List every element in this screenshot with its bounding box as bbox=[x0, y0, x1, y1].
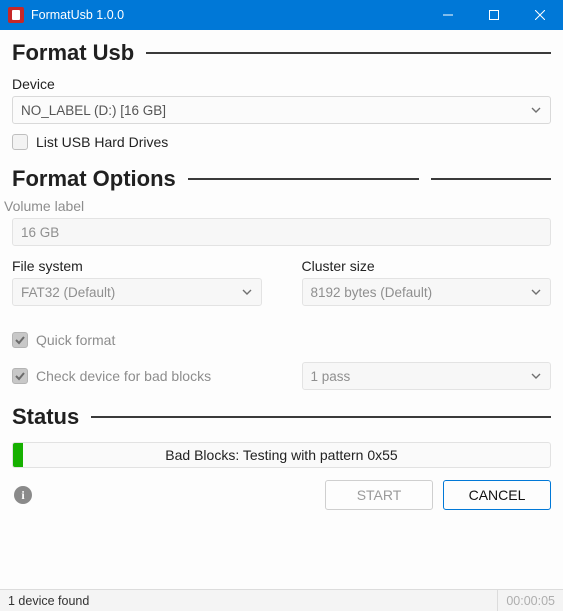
heading-format-usb: Format Usb bbox=[12, 40, 134, 66]
cluster-size-label: Cluster size bbox=[302, 258, 552, 274]
device-select-value: NO_LABEL (D:) [16 GB] bbox=[21, 103, 166, 118]
bad-blocks-checkbox[interactable] bbox=[12, 368, 28, 384]
device-label: Device bbox=[12, 76, 551, 92]
bad-blocks-passes-select[interactable]: 1 pass bbox=[302, 362, 552, 390]
heading-format-options: Format Options bbox=[12, 166, 176, 192]
divider bbox=[146, 52, 551, 54]
list-usb-hdd-checkbox[interactable] bbox=[12, 134, 28, 150]
info-icon[interactable]: i bbox=[14, 486, 32, 504]
cluster-size-value: 8192 bytes (Default) bbox=[311, 285, 433, 300]
divider bbox=[91, 416, 551, 418]
bad-blocks-passes-value: 1 pass bbox=[311, 369, 351, 384]
section-heading-format-options: Format Options bbox=[12, 166, 551, 192]
chevron-down-icon bbox=[530, 286, 542, 298]
section-heading-format-usb: Format Usb bbox=[12, 40, 551, 66]
file-system-value: FAT32 (Default) bbox=[21, 285, 115, 300]
status-bar-text: 1 device found bbox=[8, 594, 89, 608]
list-usb-hdd-label: List USB Hard Drives bbox=[36, 134, 168, 150]
volume-label-label: Volume label bbox=[4, 198, 551, 214]
progress-text: Bad Blocks: Testing with pattern 0x55 bbox=[165, 447, 397, 463]
status-bar-time: 00:00:05 bbox=[497, 590, 555, 611]
cancel-button[interactable]: CANCEL bbox=[443, 480, 551, 510]
title-bar: FormatUsb 1.0.0 bbox=[0, 0, 563, 30]
progress-bar: Bad Blocks: Testing with pattern 0x55 bbox=[12, 442, 551, 468]
divider bbox=[188, 178, 419, 180]
volume-label-input[interactable]: 16 GB bbox=[12, 218, 551, 246]
maximize-button[interactable] bbox=[471, 0, 517, 30]
file-system-label: File system bbox=[12, 258, 262, 274]
volume-label-value: 16 GB bbox=[21, 225, 59, 240]
quick-format-label: Quick format bbox=[36, 332, 115, 348]
device-select[interactable]: NO_LABEL (D:) [16 GB] bbox=[12, 96, 551, 124]
start-button[interactable]: START bbox=[325, 480, 433, 510]
app-icon bbox=[8, 7, 24, 23]
divider bbox=[431, 178, 551, 180]
cluster-size-select[interactable]: 8192 bytes (Default) bbox=[302, 278, 552, 306]
chevron-down-icon bbox=[530, 370, 542, 382]
section-heading-status: Status bbox=[12, 404, 551, 430]
bad-blocks-label: Check device for bad blocks bbox=[36, 368, 211, 384]
quick-format-checkbox[interactable] bbox=[12, 332, 28, 348]
chevron-down-icon bbox=[530, 104, 542, 116]
chevron-down-icon bbox=[241, 286, 253, 298]
progress-fill bbox=[13, 443, 23, 467]
minimize-button[interactable] bbox=[425, 0, 471, 30]
window-title: FormatUsb 1.0.0 bbox=[31, 8, 425, 22]
file-system-select[interactable]: FAT32 (Default) bbox=[12, 278, 262, 306]
heading-status: Status bbox=[12, 404, 79, 430]
close-button[interactable] bbox=[517, 0, 563, 30]
status-bar: 1 device found 00:00:05 bbox=[0, 589, 563, 611]
